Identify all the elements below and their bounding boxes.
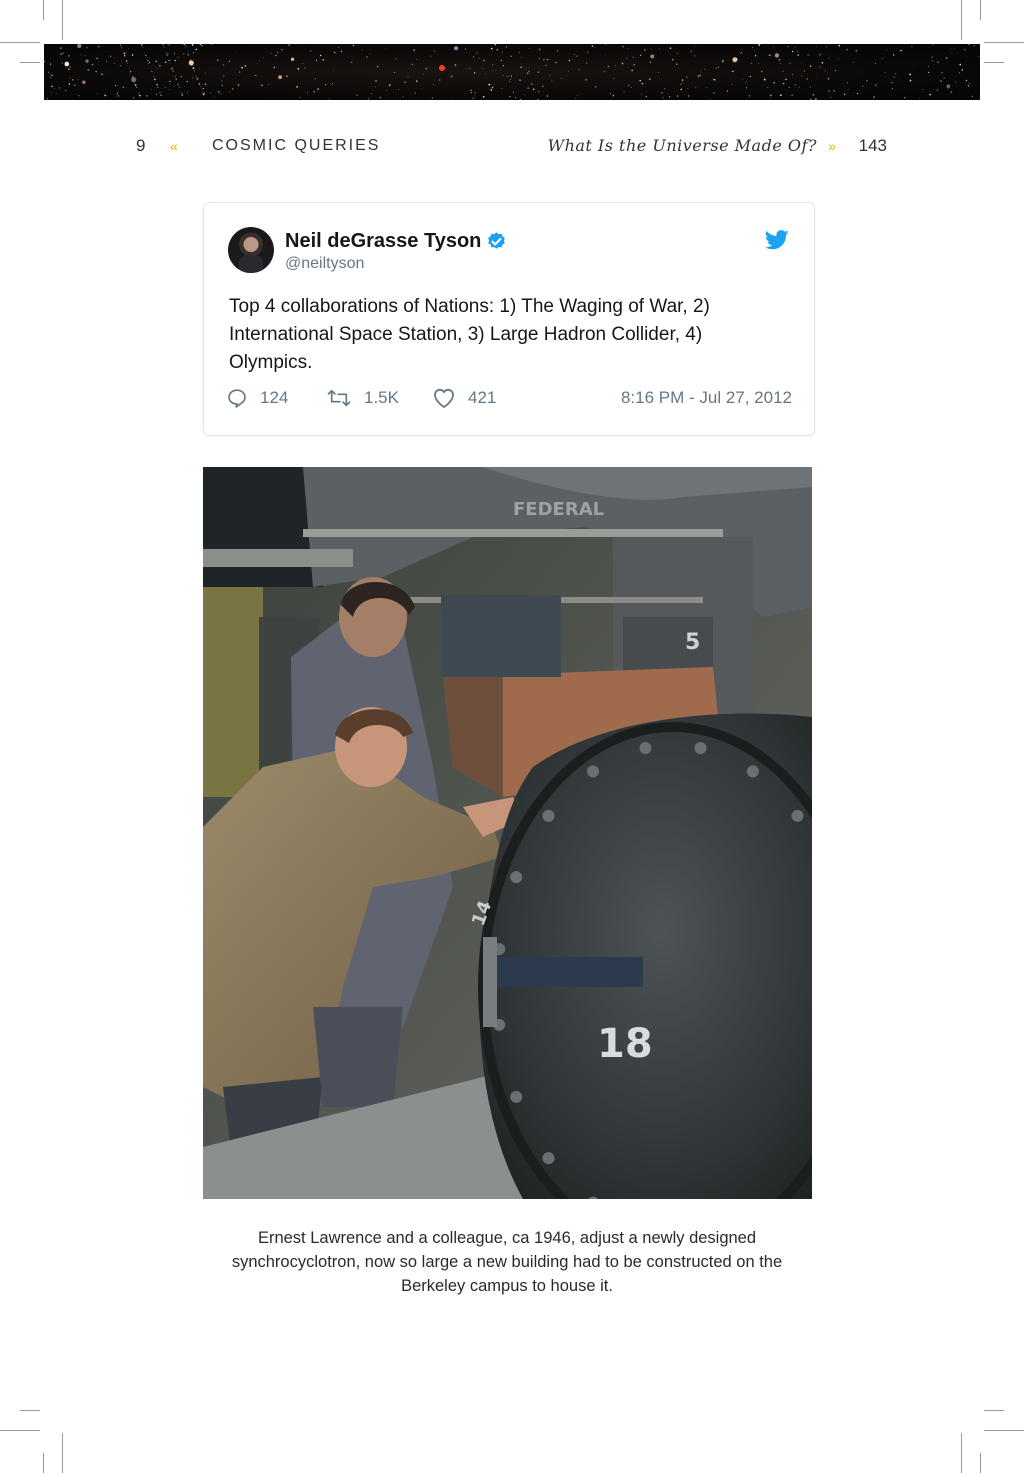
reply-count: 124 [260,388,289,407]
starfield-image [44,44,980,100]
left-arrow-ornament: « [170,138,178,154]
synchrocyclotron-photo: FEDERAL 5 18 14 [203,467,812,1199]
crop-mark [20,1410,40,1411]
retweet-icon [327,389,351,407]
left-page-number: 9 [136,136,146,155]
crop-mark [62,0,63,40]
crop-mark [984,62,1004,63]
crop-mark [984,1430,1024,1431]
crop-mark [0,1430,40,1431]
crop-mark [984,1410,1004,1411]
photo-caption: Ernest Lawrence and a colleague, ca 1946… [231,1229,783,1295]
stencil-label: 18 [597,1021,653,1067]
crop-mark [20,62,40,63]
right-page-number: 143 [858,136,887,155]
tweet-text: Top 4 collaborations of Nations: 1) The … [229,296,710,373]
stencil-label: 5 [685,630,700,655]
reply-button[interactable]: 124 [226,387,288,409]
like-icon [434,388,454,408]
avatar [228,227,274,273]
verified-badge-icon [488,232,505,249]
crop-mark [984,42,1024,43]
stencil-label: FEDERAL [513,499,604,520]
like-button[interactable]: 421 [432,387,496,409]
like-count: 421 [468,388,497,407]
crop-mark [62,1433,63,1473]
tweet-author-handle: @neiltyson [285,255,365,272]
book-title: COSMIC QUERIES [212,137,381,154]
crop-mark [43,1453,44,1473]
tweet-timestamp[interactable]: 8:16 PM - Jul 27, 2012 [621,388,792,408]
crop-mark [961,1433,962,1473]
crop-mark [980,0,981,20]
crop-mark [43,0,44,20]
chapter-title: What Is the Universe Made Of? [547,136,817,155]
photo-illustration: FEDERAL 5 18 14 [203,467,812,1199]
crop-mark [961,0,962,40]
crop-mark [980,1453,981,1473]
tweet-author-name: Neil deGrasse Tyson [285,230,482,252]
retweet-button[interactable]: 1.5K [326,387,399,409]
starfield-banner [44,44,980,100]
retweet-count: 1.5K [364,388,399,407]
crop-mark [0,42,40,43]
reply-icon [228,389,246,408]
tweet-card: Neil deGrasse Tyson @neiltyson Top 4 col… [203,202,815,436]
twitter-bird-icon [765,230,789,250]
tweet-actions: 124 1.5K 421 8:16 PM - Jul 27, 2012 [226,387,792,411]
right-arrow-ornament: » [828,138,836,154]
